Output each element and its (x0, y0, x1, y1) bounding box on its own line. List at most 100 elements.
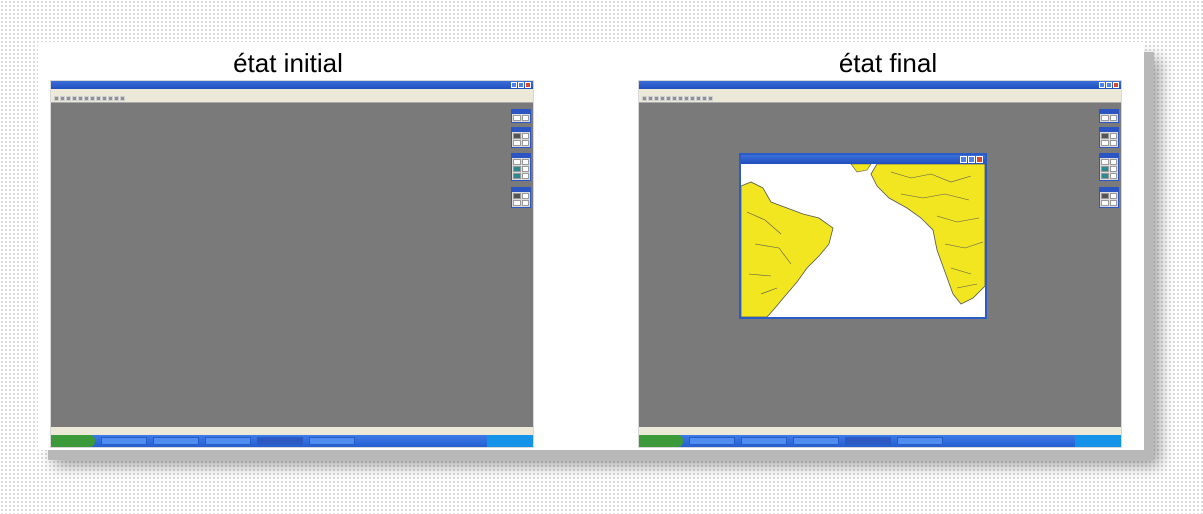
atlantic-map (741, 164, 985, 317)
tool-icon[interactable] (672, 96, 677, 101)
minimize-icon[interactable] (960, 156, 967, 163)
system-tray[interactable] (1075, 435, 1121, 447)
taskbar-item[interactable] (689, 437, 735, 445)
palette-tool-icon[interactable] (1109, 193, 1117, 199)
panel-title-final: état final (838, 48, 938, 78)
palette-tool-icon[interactable] (1109, 159, 1117, 165)
tool-icon[interactable] (642, 96, 647, 101)
tool-icon[interactable] (114, 96, 119, 101)
tool-icon[interactable] (96, 96, 101, 101)
tool-palette[interactable] (1099, 153, 1119, 181)
tool-icon[interactable] (108, 96, 113, 101)
close-icon[interactable] (976, 156, 983, 163)
tool-icon[interactable] (684, 96, 689, 101)
taskbar-item[interactable] (205, 437, 251, 445)
taskbar-item[interactable] (897, 437, 943, 445)
tool-icon[interactable] (90, 96, 95, 101)
palette-tool-icon[interactable] (521, 140, 529, 146)
close-icon[interactable] (525, 82, 531, 88)
status-bar (639, 427, 1121, 435)
tool-icon[interactable] (66, 96, 71, 101)
close-icon[interactable] (1113, 82, 1119, 88)
tool-icon[interactable] (702, 96, 707, 101)
tool-icon[interactable] (690, 96, 695, 101)
map-window[interactable] (739, 153, 987, 319)
maximize-icon[interactable] (968, 156, 975, 163)
tool-icon[interactable] (696, 96, 701, 101)
toolbar[interactable] (639, 95, 1121, 103)
palette-tool-icon[interactable] (521, 159, 529, 165)
taskbar-item[interactable] (101, 437, 147, 445)
palette-tool-icon[interactable] (521, 115, 529, 121)
palette-tool-icon[interactable] (513, 166, 521, 172)
palette-tool-icon[interactable] (513, 140, 521, 146)
palette-tool-icon[interactable] (1101, 133, 1109, 139)
taskbar-item[interactable] (309, 437, 355, 445)
tool-icon[interactable] (660, 96, 665, 101)
tool-icon[interactable] (102, 96, 107, 101)
taskbar-item[interactable] (257, 437, 303, 445)
tool-icon[interactable] (84, 96, 89, 101)
maximize-icon[interactable] (1106, 82, 1112, 88)
palette-tool-icon[interactable] (1101, 200, 1109, 206)
tool-icon[interactable] (78, 96, 83, 101)
tool-palette[interactable] (511, 127, 531, 148)
system-tray[interactable] (487, 435, 533, 447)
palette-tool-icon[interactable] (521, 200, 529, 206)
palette-tool-icon[interactable] (521, 173, 529, 179)
tool-palette[interactable] (511, 187, 531, 208)
tool-icon[interactable] (54, 96, 59, 101)
palette-tool-icon[interactable] (1109, 115, 1117, 121)
palette-tool-icon[interactable] (513, 159, 521, 165)
start-button[interactable] (639, 435, 683, 447)
palette-tool-icon[interactable] (513, 200, 521, 206)
minimize-icon[interactable] (1099, 82, 1105, 88)
palette-tool-icon[interactable] (1109, 140, 1117, 146)
palette-tool-icon[interactable] (1109, 173, 1117, 179)
taskbar-item[interactable] (153, 437, 199, 445)
tool-icon[interactable] (654, 96, 659, 101)
tool-palette[interactable] (511, 153, 531, 181)
tool-palette[interactable] (1099, 127, 1119, 148)
palette-tool-icon[interactable] (513, 173, 521, 179)
palette-tool-icon[interactable] (1101, 115, 1109, 121)
palette-tool-icon[interactable] (1101, 166, 1109, 172)
palette-tool-icon[interactable] (1109, 200, 1117, 206)
toolbar[interactable] (51, 95, 533, 103)
palette-tool-icon[interactable] (1109, 133, 1117, 139)
maximize-icon[interactable] (518, 82, 524, 88)
start-button[interactable] (51, 435, 95, 447)
tool-palette[interactable] (511, 109, 531, 123)
tool-palette[interactable] (1099, 109, 1119, 123)
taskbar-item[interactable] (845, 437, 891, 445)
palette-tool-icon[interactable] (513, 193, 521, 199)
app-titlebar (639, 81, 1121, 89)
tool-icon[interactable] (72, 96, 77, 101)
tool-icon[interactable] (120, 96, 125, 101)
map-window-titlebar[interactable] (741, 155, 985, 164)
tool-icon[interactable] (708, 96, 713, 101)
taskbar-item[interactable] (741, 437, 787, 445)
panel-title-initial: état initial (233, 48, 343, 78)
palette-tool-icon[interactable] (513, 133, 521, 139)
tool-icon[interactable] (678, 96, 683, 101)
taskbar[interactable] (639, 435, 1121, 447)
palette-tool-icon[interactable] (513, 115, 521, 121)
palette-tool-icon[interactable] (521, 193, 529, 199)
europe-tip (850, 164, 872, 173)
palette-tool-icon[interactable] (1101, 173, 1109, 179)
tool-palette[interactable] (1099, 187, 1119, 208)
palette-tool-icon[interactable] (521, 166, 529, 172)
taskbar[interactable] (51, 435, 533, 447)
palette-tool-icon[interactable] (1101, 193, 1109, 199)
palette-tool-icon[interactable] (1101, 159, 1109, 165)
status-bar (51, 427, 533, 435)
tool-icon[interactable] (648, 96, 653, 101)
taskbar-item[interactable] (793, 437, 839, 445)
tool-icon[interactable] (60, 96, 65, 101)
tool-icon[interactable] (666, 96, 671, 101)
palette-tool-icon[interactable] (1101, 140, 1109, 146)
palette-tool-icon[interactable] (1109, 166, 1117, 172)
palette-tool-icon[interactable] (521, 133, 529, 139)
minimize-icon[interactable] (511, 82, 517, 88)
